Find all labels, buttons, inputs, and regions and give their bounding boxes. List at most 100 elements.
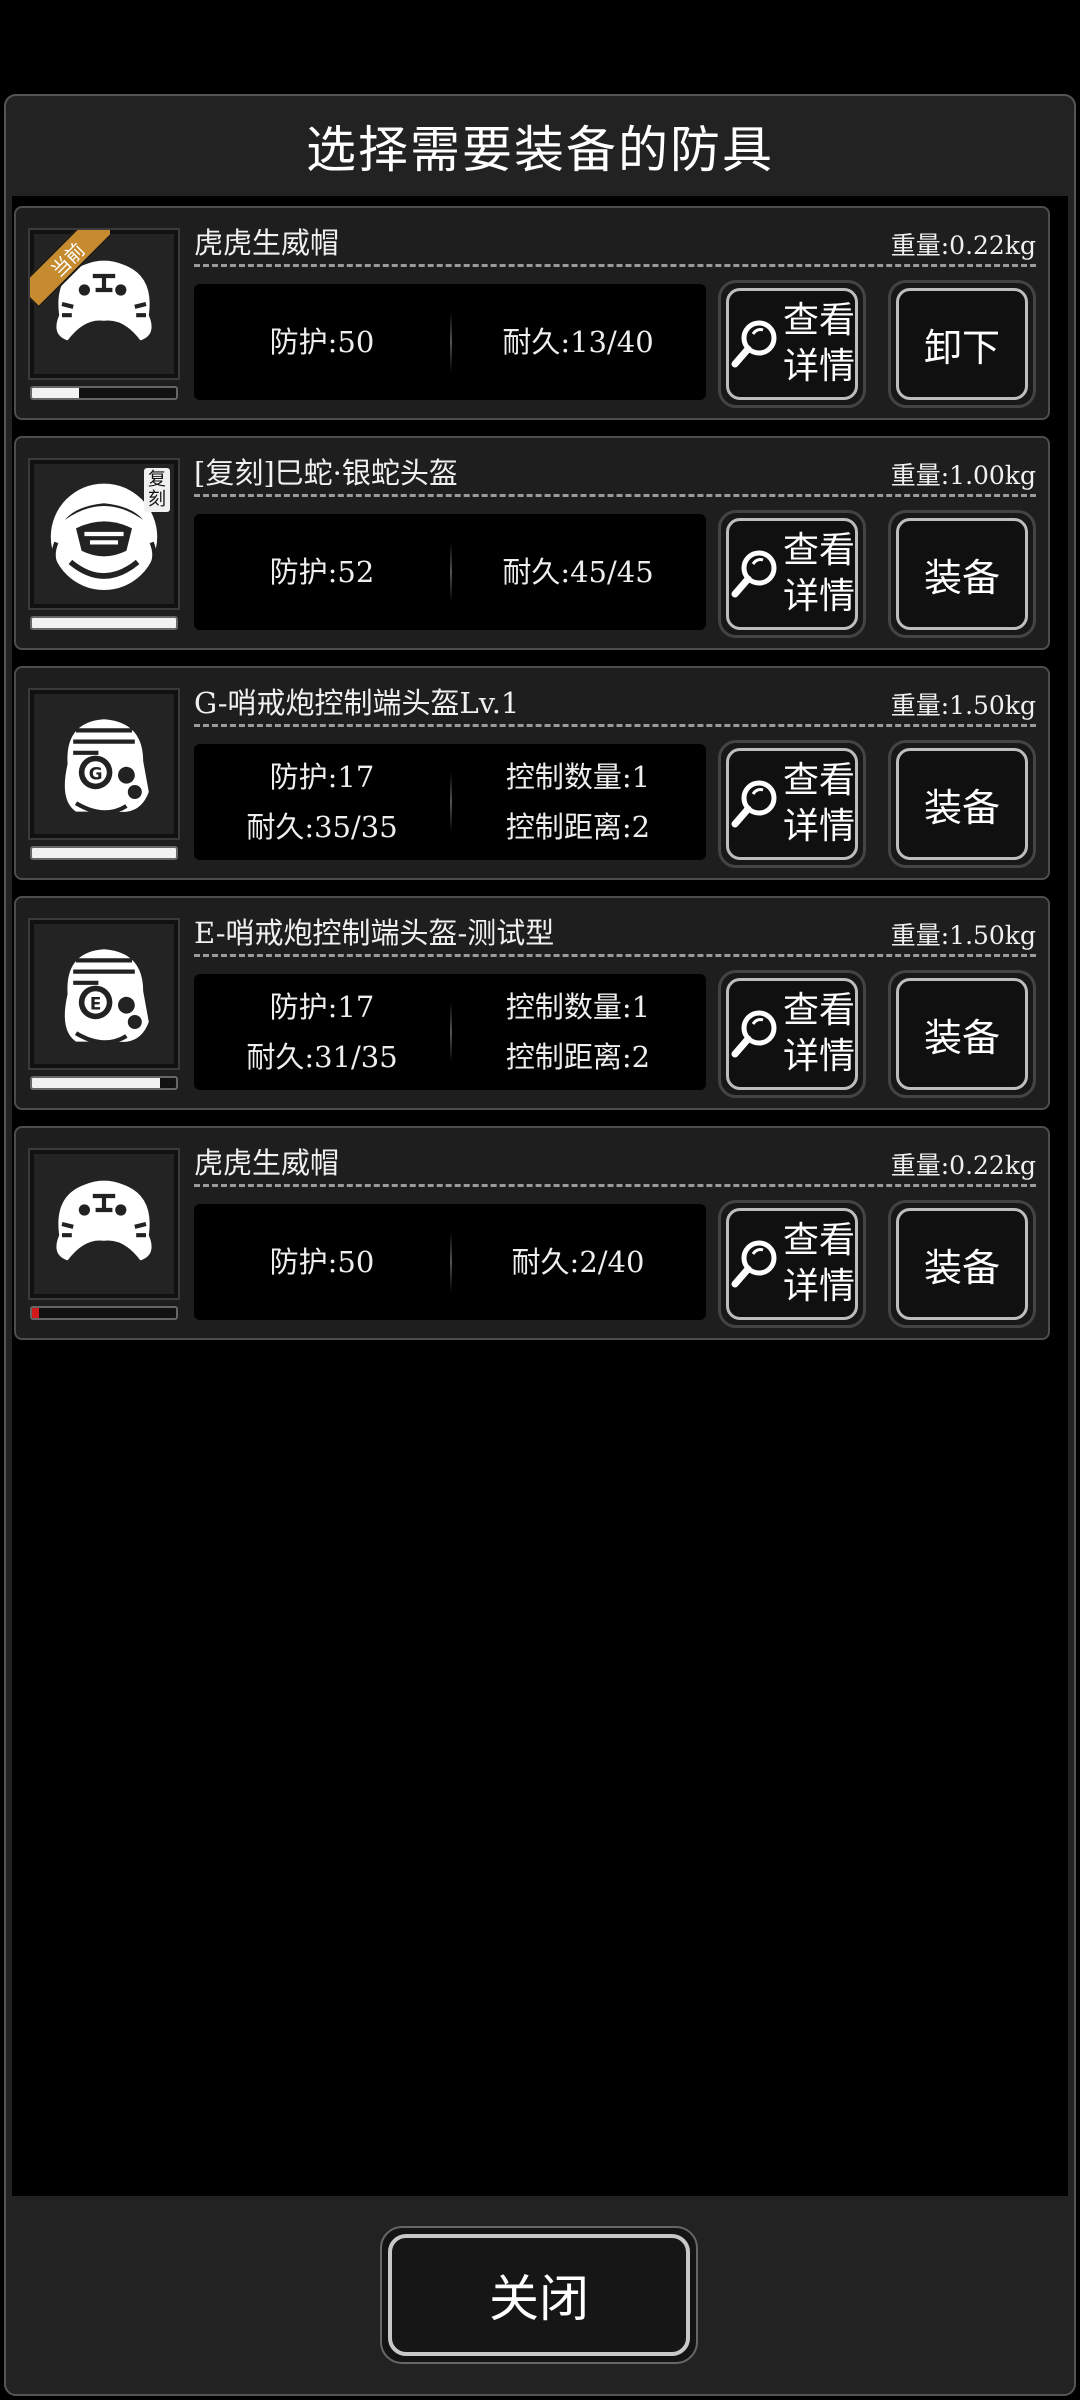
stat-text: 耐久:31/35 — [246, 1040, 398, 1074]
durability-fill — [32, 848, 176, 858]
durability-bar — [30, 1076, 178, 1090]
stat-text: 耐久:35/35 — [246, 810, 398, 844]
magnifier-icon — [731, 1010, 777, 1058]
magnifier-icon — [731, 1240, 777, 1288]
item-weight: 重量:0.22kg — [890, 231, 1036, 260]
item-icon-frame[interactable] — [28, 1148, 180, 1300]
action-label: 装备 — [923, 1015, 1000, 1060]
stats-right-column: 控制数量:1 控制距离:2 — [450, 974, 706, 1090]
stat-text: 耐久:2/40 — [511, 1245, 645, 1279]
stats-left-column: 防护:50 — [194, 284, 450, 400]
action-label: 装备 — [923, 1245, 1000, 1290]
svg-text:E: E — [90, 993, 101, 1013]
item-stats-panel: 防护:52 耐久:45/45 — [194, 514, 706, 630]
divider — [194, 264, 1036, 267]
item-stats-panel: 防护:50 耐久:13/40 — [194, 284, 706, 400]
item-name: [复刻]巳蛇·银蛇头盔 — [194, 456, 458, 490]
item-weight: 重量:1.50kg — [890, 691, 1036, 720]
stat-text: 耐久:13/40 — [502, 325, 654, 359]
item-name: 虎虎生威帽 — [194, 226, 340, 260]
stats-right-column: 耐久:45/45 — [450, 514, 706, 630]
armor-item[interactable]: 当前 虎虎生威帽 重量:0.22kg 防护:50 耐久:13/40 查看 详情 — [14, 206, 1050, 420]
stat-text: 耐久:45/45 — [502, 555, 654, 589]
stats-right-column: 耐久:13/40 — [450, 284, 706, 400]
action-label: 装备 — [923, 555, 1000, 600]
armor-item[interactable]: G G-哨戒炮控制端头盔Lv.1 重量:1.50kg 防护:17 耐久:35/35… — [14, 666, 1050, 880]
durability-fill — [32, 1078, 160, 1088]
close-button-frame: 关闭 — [380, 2226, 698, 2364]
details-label-line2: 详情 — [783, 1036, 856, 1077]
durability-fill — [32, 388, 79, 398]
item-weight: 重量:1.00kg — [890, 461, 1036, 490]
action-label: 卸下 — [923, 325, 1000, 370]
stat-text: 控制距离:2 — [505, 1040, 651, 1074]
durability-bar — [30, 846, 178, 860]
sentry-helmet-g-icon: G — [34, 694, 174, 834]
stats-left-column: 防护:50 — [194, 1204, 450, 1320]
view-details-button[interactable]: 查看 详情 — [718, 510, 866, 638]
divider — [194, 724, 1036, 727]
item-stats-panel: 防护:50 耐久:2/40 — [194, 1204, 706, 1320]
equip-button[interactable]: 装备 — [888, 1200, 1036, 1328]
armor-item[interactable]: E E-哨戒炮控制端头盔-测试型 重量:1.50kg 防护:17 耐久:31/35… — [14, 896, 1050, 1110]
unequip-button[interactable]: 卸下 — [888, 280, 1036, 408]
divider — [194, 1184, 1036, 1187]
durability-bar — [30, 616, 178, 630]
item-name: G-哨戒炮控制端头盔Lv.1 — [194, 686, 520, 720]
equip-button[interactable]: 装备 — [888, 510, 1036, 638]
view-details-button[interactable]: 查看 详情 — [718, 280, 866, 408]
stat-text: 控制距离:2 — [505, 810, 651, 844]
divider — [194, 954, 1036, 957]
stats-left-column: 防护:17 耐久:31/35 — [194, 974, 450, 1090]
close-button[interactable]: 关闭 — [388, 2234, 690, 2356]
divider — [194, 494, 1036, 497]
durability-fill — [32, 618, 176, 628]
magnifier-icon — [731, 550, 777, 598]
tiger-hat-icon — [34, 1154, 174, 1294]
stat-text: 控制数量:1 — [505, 990, 651, 1024]
item-icon-frame[interactable]: E — [28, 918, 180, 1070]
durability-bar — [30, 386, 178, 400]
svg-text:G: G — [89, 763, 103, 783]
stats-left-column: 防护:52 — [194, 514, 450, 630]
item-icon-frame[interactable]: 复刻 — [28, 458, 180, 610]
dialog-title: 选择需要装备的防具 — [306, 121, 774, 179]
reprint-tag: 复刻 — [144, 468, 170, 512]
stats-right-column: 控制数量:1 控制距离:2 — [450, 744, 706, 860]
stat-text: 防护:52 — [269, 555, 375, 589]
armor-item[interactable]: 复刻 [复刻]巳蛇·银蛇头盔 重量:1.00kg 防护:52 耐久:45/45 … — [14, 436, 1050, 650]
stat-text: 防护:50 — [269, 1245, 375, 1279]
stats-right-column: 耐久:2/40 — [450, 1204, 706, 1320]
stat-text: 防护:17 — [269, 760, 375, 794]
details-label-line1: 查看 — [783, 1220, 856, 1261]
sentry-helmet-e-icon: E — [34, 924, 174, 1064]
details-label-line2: 详情 — [783, 346, 856, 387]
details-label-line2: 详情 — [783, 576, 856, 617]
action-label: 装备 — [923, 785, 1000, 830]
item-stats-panel: 防护:17 耐久:31/35 控制数量:1 控制距离:2 — [194, 974, 706, 1090]
current-equipped-tag: 当前 — [30, 230, 110, 310]
item-icon-frame[interactable]: 当前 — [28, 228, 180, 380]
stats-left-column: 防护:17 耐久:35/35 — [194, 744, 450, 860]
item-icon-frame[interactable]: G — [28, 688, 180, 840]
magnifier-icon — [731, 320, 777, 368]
details-label-line1: 查看 — [783, 300, 856, 341]
item-name: E-哨戒炮控制端头盔-测试型 — [194, 916, 555, 950]
details-label-line1: 查看 — [783, 990, 856, 1031]
view-details-button[interactable]: 查看 详情 — [718, 970, 866, 1098]
details-label-line1: 查看 — [783, 760, 856, 801]
item-stats-panel: 防护:17 耐久:35/35 控制数量:1 控制距离:2 — [194, 744, 706, 860]
view-details-button[interactable]: 查看 详情 — [718, 1200, 866, 1328]
stat-text: 防护:50 — [269, 325, 375, 359]
item-weight: 重量:1.50kg — [890, 921, 1036, 950]
item-name: 虎虎生威帽 — [194, 1146, 340, 1180]
durability-bar — [30, 1306, 178, 1320]
view-details-button[interactable]: 查看 详情 — [718, 740, 866, 868]
equip-button[interactable]: 装备 — [888, 740, 1036, 868]
durability-fill — [32, 1308, 40, 1318]
armor-item[interactable]: 虎虎生威帽 重量:0.22kg 防护:50 耐久:2/40 查看 详情 装备 — [14, 1126, 1050, 1340]
details-label-line2: 详情 — [783, 806, 856, 847]
item-weight: 重量:0.22kg — [890, 1151, 1036, 1180]
equip-button[interactable]: 装备 — [888, 970, 1036, 1098]
details-label-line1: 查看 — [783, 530, 856, 571]
